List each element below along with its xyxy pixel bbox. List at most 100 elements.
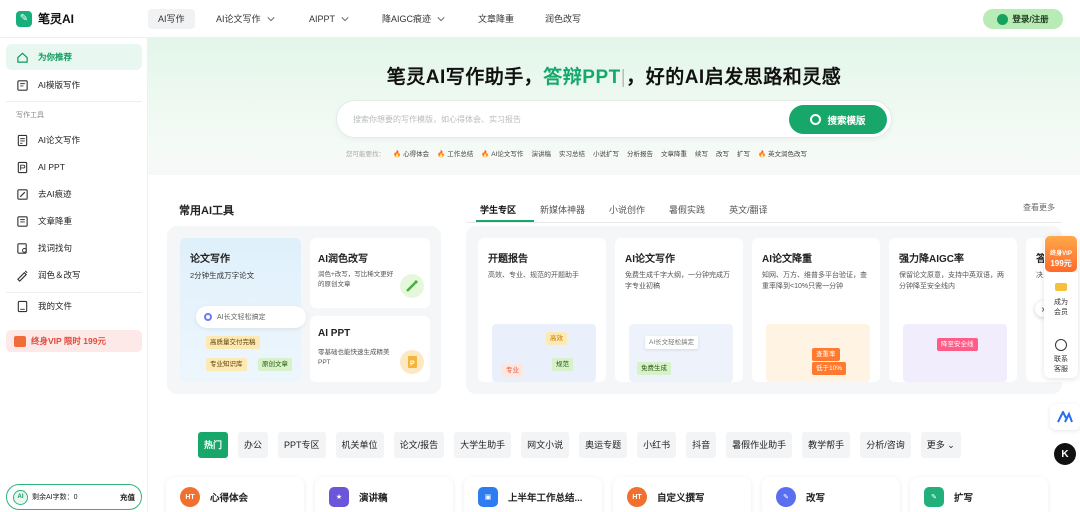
- category-novel[interactable]: 网文小说: [521, 432, 570, 458]
- card-tag: 专业知识库: [206, 358, 247, 371]
- tab-novel[interactable]: 小说创作: [609, 203, 645, 219]
- template-card[interactable]: HT 心得体会: [166, 477, 304, 512]
- hint-item[interactable]: 改写: [716, 148, 729, 158]
- template-icon: [16, 79, 29, 92]
- feature-card-paper-dedupe[interactable]: AI论文降重 知网、万方、维普多平台验证，查重率降到<10%只需一分钟 查重率 …: [752, 238, 880, 382]
- ai-dot-icon: [204, 313, 212, 321]
- hint-item[interactable]: 小说扩写: [593, 148, 619, 158]
- hint-item[interactable]: 分析报告: [627, 148, 653, 158]
- category-douyin[interactable]: 抖音: [686, 432, 717, 458]
- vip-banner[interactable]: 终身VIP 限时 199元: [6, 330, 142, 352]
- ppt-icon: [16, 161, 29, 174]
- ai-ppt-card[interactable]: AI PPT 零基础也能快速生成精美PPT P: [310, 316, 430, 382]
- hint-item[interactable]: 🔥 英文润色改写: [758, 148, 807, 158]
- tab-summer[interactable]: 暑假实践: [669, 203, 705, 219]
- template-card[interactable]: ✎ 扩写: [910, 477, 1048, 512]
- sidebar-item-recommend[interactable]: 为你推荐: [6, 44, 142, 70]
- category-analysis[interactable]: 分析/咨询: [860, 432, 911, 458]
- ai-assistant-button[interactable]: [1050, 404, 1080, 430]
- tab-new-media[interactable]: 新媒体神器: [540, 203, 585, 219]
- hint-item[interactable]: 🔥 AI论文写作: [481, 148, 523, 158]
- category-paper[interactable]: 论文/报告: [393, 432, 445, 458]
- template-card[interactable]: ★ 演讲稿: [315, 477, 453, 512]
- feature-card-reduce-aigc[interactable]: 强力降AIGC率 保留论文原意，支持中英双语，两分钟降至安全线内 降至安全线: [889, 238, 1017, 382]
- card-title: AI论文降重: [762, 254, 812, 265]
- ai-logo-icon: [1057, 411, 1073, 423]
- contact-service-button[interactable]: 联系客服: [1044, 355, 1078, 375]
- sidebar-item-template[interactable]: AI模版写作: [6, 72, 142, 98]
- paper-writing-card[interactable]: 论文写作 2分钟生成万字论文 AI长文轻松搞定 高质量交付完稿 专业知识库 原创…: [180, 238, 306, 382]
- card-title: 开题报告: [488, 254, 528, 265]
- app-name: 笔灵AI: [38, 12, 75, 26]
- login-button[interactable]: 登录/注册: [983, 9, 1063, 29]
- fire-icon: 🔥: [437, 151, 446, 158]
- ai-paper-illustration: AI长文轻松搞定 免费生成: [629, 324, 733, 382]
- paper-icon: [16, 134, 29, 147]
- sidebar: 为你推荐 AI模版写作 写作工具 AI论文写作 AI PPT 去AI痕迹 文章降…: [0, 38, 148, 512]
- sidebar-item-ai-paper[interactable]: AI论文写作: [6, 127, 142, 153]
- quota-value: 0: [73, 493, 78, 501]
- see-more-link[interactable]: 查看更多: [1023, 202, 1055, 213]
- category-olympics[interactable]: 奥运专题: [579, 432, 628, 458]
- nav-polish[interactable]: 润色改写: [545, 9, 581, 29]
- nav-dedupe[interactable]: 文章降重: [478, 9, 514, 29]
- category-college[interactable]: 大学生助手: [454, 432, 512, 458]
- ht-icon: HT: [627, 487, 647, 507]
- sidebar-item-ai-ppt[interactable]: AI PPT: [6, 154, 142, 180]
- feature-card-ai-paper[interactable]: AI论文写作 免费生成千字大纲，一分钟完成万字专业初稿 AI长文轻松搞定 免费生…: [615, 238, 743, 382]
- feature-card-proposal[interactable]: 开题报告 高效、专业、规范的开题助手 高效 专业 规范: [478, 238, 606, 382]
- nav-ai-writing[interactable]: AI写作: [148, 9, 195, 29]
- logo-icon: ✎: [16, 10, 32, 27]
- search-hints: 您可能要找： 🔥 心得体会 🔥 工作总结 🔥 AI论文写作 演讲稿 实习总结 小说扩写…: [346, 148, 815, 158]
- tab-english[interactable]: 英文/翻译: [729, 203, 768, 219]
- category-office[interactable]: 办公: [238, 432, 269, 458]
- recharge-button[interactable]: 充值: [120, 492, 135, 503]
- sidebar-item-dedupe[interactable]: 文章降重: [6, 208, 142, 234]
- ai-quota-icon: AI: [13, 489, 28, 505]
- hint-item[interactable]: 🔥 心得体会: [393, 148, 429, 158]
- category-ppt[interactable]: PPT专区: [278, 432, 326, 458]
- card-title: 论文写作: [190, 254, 230, 265]
- category-gov[interactable]: 机关单位: [335, 432, 384, 458]
- floating-service-panel: 终身VIP 199元 成为会员 联系客服: [1044, 236, 1078, 378]
- sidebar-item-my-files[interactable]: 我的文件: [6, 293, 142, 319]
- divider: [6, 101, 142, 102]
- ai-polish-card[interactable]: AI润色改写 润色+改写，写比稀文更好的原创文章: [310, 238, 430, 308]
- kimi-button[interactable]: K: [1050, 441, 1080, 467]
- chevron-down-icon: [437, 17, 445, 22]
- template-card[interactable]: ▣ 上半年工作总结...: [464, 477, 602, 512]
- polish-icon: [16, 269, 29, 282]
- hint-item[interactable]: 文章降重: [661, 148, 687, 158]
- category-summer-homework[interactable]: 暑假作业助手: [726, 432, 793, 458]
- template-card[interactable]: ✎ 改写: [762, 477, 900, 512]
- become-member-button[interactable]: 成为会员: [1044, 298, 1078, 318]
- nav-aippt[interactable]: AIPPT: [309, 9, 349, 29]
- nav-reduce-aigc[interactable]: 降AIGC痕迹: [382, 9, 445, 29]
- search-input[interactable]: [353, 101, 773, 137]
- sidebar-item-polish[interactable]: 润色＆改写: [6, 262, 142, 288]
- hint-item[interactable]: 扩写: [737, 148, 750, 158]
- tools-heading: 常用AI工具: [179, 205, 234, 217]
- hint-item[interactable]: 实习总结: [559, 148, 585, 158]
- category-more[interactable]: 更多 ⌄: [920, 432, 961, 458]
- category-hot[interactable]: 热门: [198, 432, 229, 458]
- template-card[interactable]: HT 自定义撰写: [613, 477, 751, 512]
- hint-item[interactable]: 续写: [695, 148, 708, 158]
- sidebar-item-find-words[interactable]: 找词找句: [6, 235, 142, 261]
- card-tag: 原创文章: [258, 358, 292, 371]
- search-icon: [810, 114, 822, 125]
- card-desc: 知网、万方、维普多平台验证，查重率降到<10%只需一分钟: [762, 272, 867, 290]
- nav-ai-paper[interactable]: AI论文写作: [216, 9, 275, 29]
- tab-student[interactable]: 学生专区: [480, 203, 516, 219]
- card-tag: 高质量交付完稿: [206, 336, 260, 349]
- sidebar-item-remove-ai[interactable]: 去AI痕迹: [6, 181, 142, 207]
- hint-item[interactable]: 演讲稿: [531, 148, 551, 158]
- category-teaching[interactable]: 教学帮手: [802, 432, 851, 458]
- card-title: AI润色改写: [318, 254, 368, 265]
- search-template-button[interactable]: 搜索模版: [789, 105, 887, 134]
- vip-float-button[interactable]: 终身VIP 199元: [1045, 236, 1077, 272]
- hero: 笔灵AI写作助手，答辩PPT|，好的AI启发思路和灵感 搜索模版 您可能要找： …: [148, 38, 1080, 175]
- logo[interactable]: ✎ 笔灵AI: [16, 10, 74, 27]
- category-xiaohongshu[interactable]: 小红书: [637, 432, 677, 458]
- hint-item[interactable]: 🔥 工作总结: [437, 148, 473, 158]
